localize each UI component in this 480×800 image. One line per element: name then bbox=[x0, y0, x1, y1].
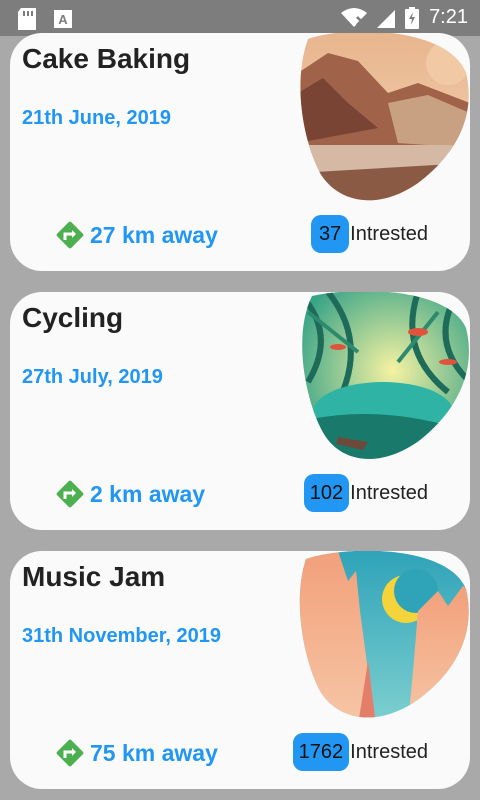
event-title: Cycling bbox=[22, 302, 124, 333]
sd-card-icon bbox=[18, 8, 36, 30]
distance: 2 km away bbox=[54, 478, 205, 510]
event-date: 27th July, 2019 bbox=[22, 366, 163, 388]
event-card-cake-baking[interactable]: Cake Baking 21th June, 2019 27 km away 3… bbox=[10, 33, 470, 271]
distance: 27 km away bbox=[54, 219, 218, 251]
directions-icon bbox=[56, 221, 84, 249]
interest-info[interactable]: 1762 Intrested bbox=[292, 733, 428, 771]
event-card-cycling[interactable]: Cycling 27th July, 2019 2 km away 102 In… bbox=[10, 292, 470, 530]
interest-info[interactable]: 37 Intrested bbox=[311, 215, 428, 253]
status-time: 7:21 bbox=[429, 6, 468, 28]
a-notification-icon: A bbox=[54, 10, 72, 28]
signal-icon bbox=[377, 9, 396, 28]
distance-text: 75 km away bbox=[90, 739, 218, 766]
interest-info[interactable]: 102 Intrested bbox=[303, 474, 428, 512]
directions-icon bbox=[56, 739, 84, 767]
svg-text:A: A bbox=[58, 12, 68, 27]
interest-label: Intrested bbox=[350, 222, 428, 245]
event-image bbox=[302, 292, 469, 459]
interest-count-badge: 1762 bbox=[292, 733, 350, 771]
event-title: Music Jam bbox=[22, 561, 166, 592]
directions-icon bbox=[56, 480, 84, 508]
event-title: Cake Baking bbox=[22, 43, 191, 74]
distance-text: 2 km away bbox=[90, 480, 206, 507]
event-image bbox=[299, 551, 469, 718]
wifi-icon bbox=[341, 7, 368, 27]
event-image bbox=[300, 33, 469, 201]
interest-label: Intrested bbox=[350, 740, 428, 763]
event-date: 21th June, 2019 bbox=[22, 107, 171, 129]
interest-label: Intrested bbox=[350, 481, 428, 504]
distance-text: 27 km away bbox=[90, 221, 218, 248]
interest-count-badge: 102 bbox=[303, 474, 350, 512]
distance: 75 km away bbox=[54, 737, 218, 769]
event-card-music-jam[interactable]: Music Jam 31th November, 2019 75 km away… bbox=[10, 551, 470, 789]
interest-count-badge: 37 bbox=[311, 215, 350, 253]
event-date: 31th November, 2019 bbox=[22, 625, 221, 647]
status-bar: A 7:21 bbox=[0, 0, 480, 36]
battery-icon bbox=[405, 6, 420, 29]
